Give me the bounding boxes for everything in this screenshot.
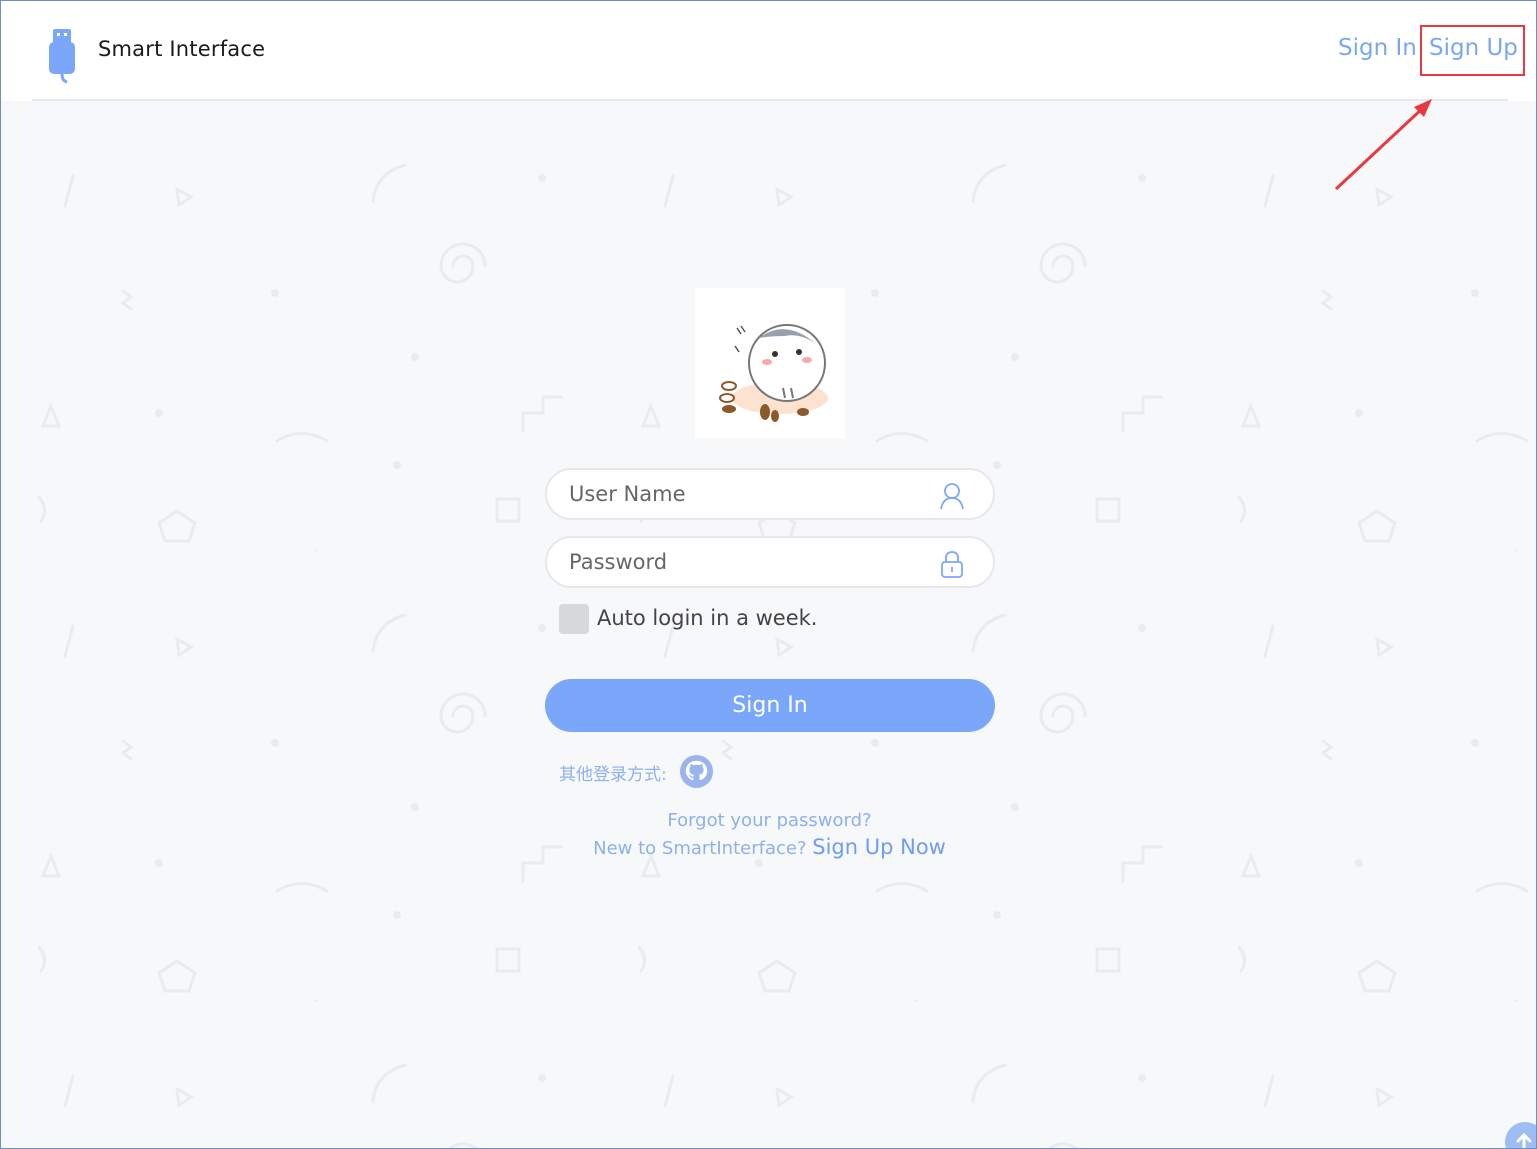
hamster-illustration bbox=[719, 324, 828, 422]
sign-up-now-link[interactable]: Sign Up Now bbox=[812, 835, 946, 859]
auto-login-checkbox[interactable] bbox=[559, 604, 589, 634]
username-input[interactable] bbox=[569, 479, 929, 509]
app-window: Smart Interface Sign In Sign Up User Nam… bbox=[0, 0, 1537, 1149]
username-field[interactable] bbox=[545, 468, 995, 520]
github-icon[interactable] bbox=[679, 754, 714, 789]
password-input[interactable] bbox=[569, 547, 929, 577]
top-header: Smart Interface Sign In Sign Up bbox=[1, 1, 1536, 101]
password-field[interactable] bbox=[545, 536, 995, 588]
annotation-highlight-box bbox=[1420, 25, 1525, 76]
back-to-top-button[interactable] bbox=[1505, 1122, 1536, 1148]
user-icon bbox=[940, 483, 964, 510]
avatar-image bbox=[695, 288, 845, 438]
arrow-up-icon bbox=[1516, 1132, 1532, 1148]
lock-icon bbox=[941, 551, 963, 578]
new-user-row: New to SmartInterface? Sign Up Now bbox=[1, 835, 1536, 859]
forgot-password-row: Forgot your password? bbox=[1, 810, 1536, 831]
nav-sign-in-link[interactable]: Sign In bbox=[1338, 35, 1417, 61]
usb-logo-icon[interactable] bbox=[45, 27, 79, 85]
annotation-arrow bbox=[1334, 99, 1432, 191]
new-user-prompt: New to SmartInterface? bbox=[593, 838, 807, 859]
auto-login-label: Auto login in a week. bbox=[597, 606, 818, 630]
app-title: Smart Interface bbox=[98, 37, 266, 61]
header-divider bbox=[32, 99, 1508, 101]
other-login-label: 其他登录方式: bbox=[559, 765, 667, 785]
sign-in-button[interactable]: Sign In bbox=[545, 679, 995, 732]
forgot-password-link[interactable]: Forgot your password? bbox=[667, 810, 871, 831]
